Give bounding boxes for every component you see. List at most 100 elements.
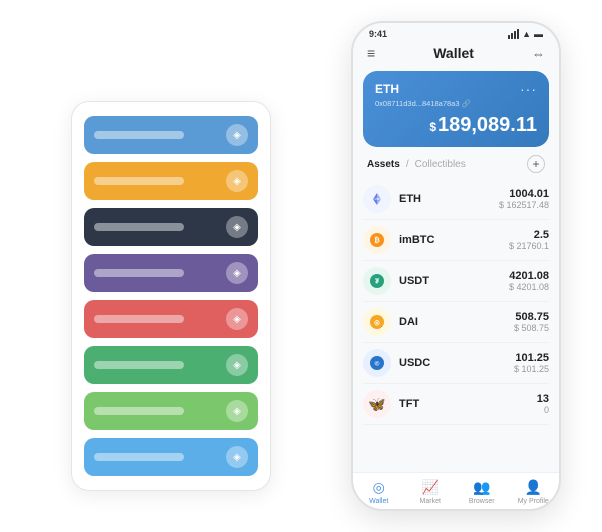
menu-icon[interactable]: ≡ <box>367 45 375 61</box>
card-item[interactable]: ◈ <box>84 208 258 246</box>
card-label <box>94 315 184 323</box>
card-label <box>94 269 184 277</box>
svg-text:©: © <box>375 360 380 368</box>
svg-text:₿: ₿ <box>374 237 380 245</box>
asset-amounts-usdc: 101.25 $ 101.25 <box>514 352 549 374</box>
eth-more-button[interactable]: ··· <box>520 81 537 97</box>
card-icon: ◈ <box>226 262 248 284</box>
asset-usd-usdt: $ 4201.08 <box>509 282 549 292</box>
nav-item-wallet[interactable]: ◎ Wallet <box>353 479 405 505</box>
asset-amounts-dai: 508.75 $ 508.75 <box>514 311 549 333</box>
asset-symbol-tft: TFT <box>399 398 537 410</box>
eth-address: 0x08711d3d...8418a78a3 🔗 <box>375 99 537 108</box>
tab-divider: / <box>406 159 409 170</box>
status-bar: 9:41 ▲ ▬ <box>353 23 559 41</box>
phone-mockup: 9:41 ▲ ▬ ≡ Wallet ⇔ ETH ··· <box>351 21 561 511</box>
profile-nav-label: My Profile <box>518 498 549 505</box>
wifi-icon: ▲ <box>522 29 531 39</box>
eth-card-header: ETH ··· <box>375 81 537 97</box>
usdc-icon: © <box>363 349 391 377</box>
asset-amounts-eth: 1004.01 $ 162517.48 <box>499 188 549 210</box>
asset-symbol-usdt: USDT <box>399 275 509 287</box>
asset-amount-usdt: 4201.08 <box>509 270 549 282</box>
browser-nav-icon: 👥 <box>473 479 490 496</box>
wallet-nav-label: Wallet <box>369 498 388 505</box>
status-icons: ▲ ▬ <box>508 29 543 39</box>
tab-assets[interactable]: Assets <box>367 159 400 170</box>
market-nav-label: Market <box>420 498 441 505</box>
page-title: Wallet <box>433 45 474 61</box>
status-time: 9:41 <box>369 29 387 39</box>
card-item[interactable]: ◈ <box>84 346 258 384</box>
card-icon: ◈ <box>226 216 248 238</box>
svg-text:₮: ₮ <box>375 279 380 286</box>
card-icon: ◈ <box>226 308 248 330</box>
asset-item-usdt[interactable]: ₮ USDT 4201.08 $ 4201.08 <box>363 261 549 302</box>
eth-amount-value: 189,089.11 <box>438 114 537 136</box>
market-nav-icon: 📈 <box>422 479 439 496</box>
asset-symbol-imbtc: imBTC <box>399 234 509 246</box>
svg-text:◎: ◎ <box>374 320 380 327</box>
asset-usd-dai: $ 508.75 <box>514 323 549 333</box>
card-icon: ◈ <box>226 170 248 192</box>
nav-item-browser[interactable]: 👥 Browser <box>456 479 508 505</box>
asset-usd-usdc: $ 101.25 <box>514 364 549 374</box>
assets-header: Assets / Collectibles + <box>353 155 559 179</box>
asset-item-imbtc[interactable]: ₿ imBTC 2.5 $ 21760.1 <box>363 220 549 261</box>
signal-bars-icon <box>508 29 519 39</box>
asset-symbol-dai: DAI <box>399 316 514 328</box>
card-icon: ◈ <box>226 124 248 146</box>
card-item[interactable]: ◈ <box>84 392 258 430</box>
eth-card[interactable]: ETH ··· 0x08711d3d...8418a78a3 🔗 $189,08… <box>363 71 549 147</box>
card-label <box>94 223 184 231</box>
card-item[interactable]: ◈ <box>84 438 258 476</box>
card-label <box>94 453 184 461</box>
eth-balance: $189,089.11 <box>375 114 537 137</box>
card-icon: ◈ <box>226 400 248 422</box>
asset-amount-usdc: 101.25 <box>514 352 549 364</box>
card-item[interactable]: ◈ <box>84 300 258 338</box>
asset-amounts-tft: 13 0 <box>537 393 549 415</box>
card-item[interactable]: ◈ <box>84 254 258 292</box>
browser-nav-label: Browser <box>469 498 495 505</box>
nav-item-profile[interactable]: 👤 My Profile <box>508 479 560 505</box>
expand-icon[interactable]: ⇔ <box>532 46 545 61</box>
assets-tabs: Assets / Collectibles <box>367 159 466 170</box>
eth-label: ETH <box>375 82 399 96</box>
asset-item-dai[interactable]: ◎ DAI 508.75 $ 508.75 <box>363 302 549 343</box>
asset-symbol-usdc: USDC <box>399 357 514 369</box>
top-nav: ≡ Wallet ⇔ <box>353 41 559 67</box>
battery-icon: ▬ <box>534 29 543 39</box>
asset-amounts-usdt: 4201.08 $ 4201.08 <box>509 270 549 292</box>
asset-amount-dai: 508.75 <box>514 311 549 323</box>
profile-nav-icon: 👤 <box>525 479 542 496</box>
card-stack: ◈ ◈ ◈ ◈ ◈ ◈ ◈ ◈ <box>71 101 271 491</box>
eth-icon <box>363 185 391 213</box>
card-label <box>94 131 184 139</box>
tft-icon: 🦋 <box>363 390 391 418</box>
card-item[interactable]: ◈ <box>84 162 258 200</box>
asset-amount-tft: 13 <box>537 393 549 405</box>
scene: ◈ ◈ ◈ ◈ ◈ ◈ ◈ ◈ <box>11 11 591 521</box>
asset-list: ETH 1004.01 $ 162517.48 ₿ imBTC 2.5 $ 21… <box>353 179 559 472</box>
tab-collectibles[interactable]: Collectibles <box>415 159 466 170</box>
bottom-nav: ◎ Wallet 📈 Market 👥 Browser 👤 My Profile <box>353 472 559 509</box>
asset-item-tft[interactable]: 🦋 TFT 13 0 <box>363 384 549 425</box>
nav-item-market[interactable]: 📈 Market <box>405 479 457 505</box>
asset-amount-eth: 1004.01 <box>499 188 549 200</box>
asset-item-usdc[interactable]: © USDC 101.25 $ 101.25 <box>363 343 549 384</box>
card-label <box>94 361 184 369</box>
asset-symbol-eth: ETH <box>399 193 499 205</box>
add-asset-button[interactable]: + <box>527 155 545 173</box>
dai-icon: ◎ <box>363 308 391 336</box>
imbtc-icon: ₿ <box>363 226 391 254</box>
usdt-icon: ₮ <box>363 267 391 295</box>
asset-amount-imbtc: 2.5 <box>509 229 549 241</box>
asset-item-eth[interactable]: ETH 1004.01 $ 162517.48 <box>363 179 549 220</box>
card-item[interactable]: ◈ <box>84 116 258 154</box>
asset-usd-imbtc: $ 21760.1 <box>509 241 549 251</box>
card-label <box>94 177 184 185</box>
card-icon: ◈ <box>226 446 248 468</box>
asset-amounts-imbtc: 2.5 $ 21760.1 <box>509 229 549 251</box>
card-label <box>94 407 184 415</box>
